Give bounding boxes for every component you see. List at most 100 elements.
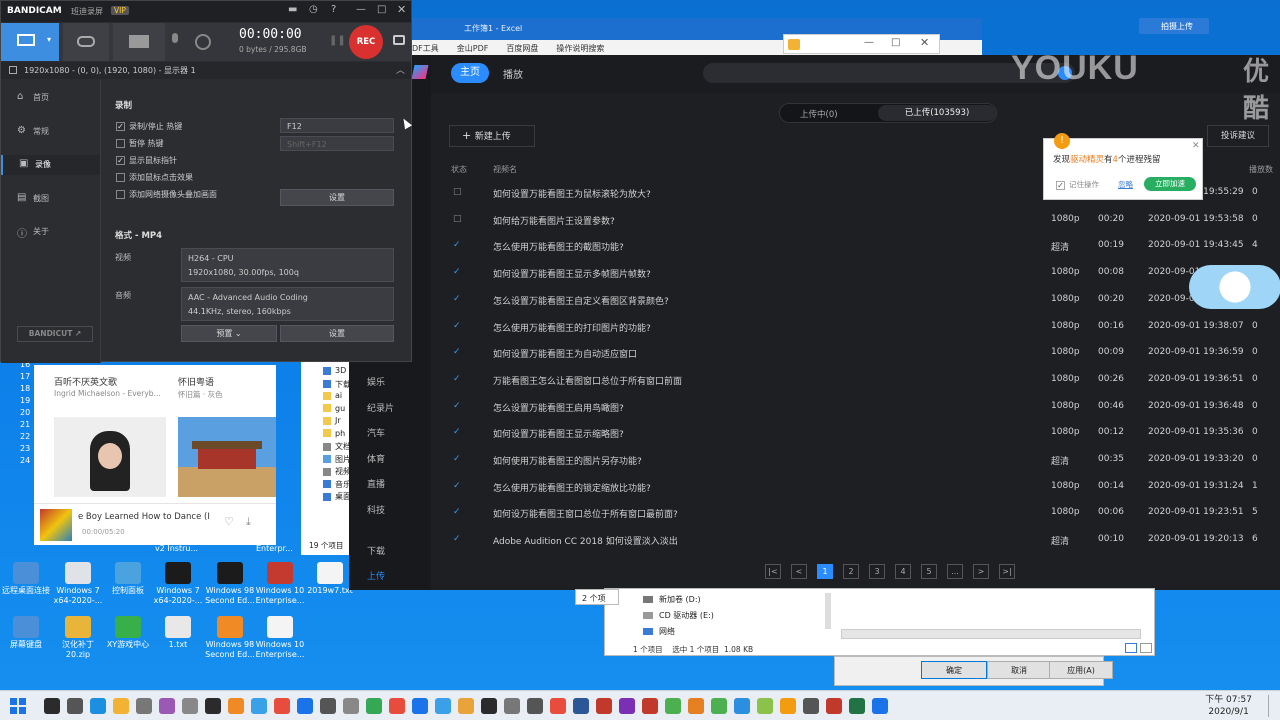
sidebar-item[interactable]: ⓘ 关于	[1, 222, 100, 242]
album-cover-1[interactable]	[54, 417, 166, 497]
explorer-item[interactable]: CD 驱动器 (E:)	[643, 610, 714, 621]
close-icon[interactable]: ✕	[920, 36, 929, 49]
desktop-icon[interactable]: 控制面板	[102, 562, 154, 596]
desktop-icon[interactable]: Windows 7 x64-2020-...	[52, 562, 104, 606]
video-format-box[interactable]: H264 - CPU 1920x1080, 30.00fps, 100q	[181, 248, 394, 282]
taskbar-app-icon[interactable]	[802, 698, 819, 714]
chevron-down-icon[interactable]: ▾	[47, 35, 51, 44]
new-upload-button[interactable]: + 新建上传	[449, 125, 535, 147]
checkbox[interactable]	[116, 139, 125, 148]
file-item[interactable]: 图片	[323, 454, 351, 465]
start-button[interactable]	[10, 698, 26, 714]
taskbar-app-icon[interactable]	[319, 698, 336, 714]
taskbar-app-icon[interactable]	[89, 698, 106, 714]
bandicut-button[interactable]: BANDICUT ↗	[17, 326, 93, 342]
taskbar-app-icon[interactable]	[365, 698, 382, 714]
format-settings-button[interactable]: 设置	[280, 325, 394, 342]
mic-icon[interactable]	[171, 29, 179, 55]
file-item[interactable]: Jr	[323, 416, 341, 425]
ignore-link[interactable]: 忽略	[1118, 179, 1133, 190]
desktop-icon[interactable]: 汉化补丁 20.zip	[52, 616, 104, 660]
taskbar-app-icon[interactable]	[733, 698, 750, 714]
tiles-view-icon[interactable]	[1140, 643, 1152, 653]
excel-menu-item[interactable]: 操作说明搜索	[556, 43, 604, 54]
checkbox[interactable]	[116, 173, 125, 182]
taskbar-app-icon[interactable]	[641, 698, 658, 714]
minimize-icon[interactable]: —	[356, 4, 366, 15]
audio-format-box[interactable]: AAC - Advanced Audio Coding 44.1KHz, ste…	[181, 287, 394, 321]
download-icon[interactable]: ⤓	[246, 515, 251, 529]
taskbar-app-icon[interactable]	[572, 698, 589, 714]
taskbar-app-icon[interactable]	[250, 698, 267, 714]
nav-item[interactable]: 纪录片	[367, 401, 394, 414]
file-item[interactable]: 音乐	[323, 479, 351, 490]
apply-button[interactable]: 应用(A)	[1049, 661, 1113, 679]
file-item[interactable]: 3D	[323, 366, 346, 375]
segment-uploading[interactable]: 上传中(0)	[800, 108, 838, 120]
track-thumb[interactable]	[40, 509, 72, 541]
video-title[interactable]: 万能看图王怎么让看图窗口总位于所有窗口前面	[493, 374, 682, 387]
file-item[interactable]: 桌面	[323, 491, 351, 502]
taskbar-app-icon[interactable]	[871, 698, 888, 714]
upload-badge[interactable]: 拍摄上传	[1139, 18, 1209, 34]
preset-button[interactable]: 预置 ⌄	[181, 325, 277, 342]
checkbox[interactable]: ✓	[116, 156, 125, 165]
taskbar-app-icon[interactable]	[112, 698, 129, 714]
page-button[interactable]: 1	[817, 564, 833, 579]
taskbar-app-icon[interactable]	[549, 698, 566, 714]
taskbar-app-icon[interactable]	[388, 698, 405, 714]
taskbar-app-icon[interactable]	[135, 698, 152, 714]
page-button[interactable]: 3	[869, 564, 885, 579]
table-row[interactable]: ✓ 如何设置万能看图王显示多帧图片帧数? 1080p 00:08 2020-09-01 …	[437, 259, 1277, 286]
sidebar-item[interactable]: ⌂ 首页	[1, 88, 100, 108]
camera-icon[interactable]	[393, 35, 405, 45]
folder-icon[interactable]: ▬	[288, 4, 297, 15]
excel-menu-item[interactable]: 百度网盘	[506, 43, 538, 54]
horizontal-scrollbar[interactable]	[841, 629, 1141, 639]
overlay-settings-button[interactable]: 设置	[280, 189, 394, 206]
taskbar-app-icon[interactable]	[595, 698, 612, 714]
page-button[interactable]: >|	[999, 564, 1015, 579]
video-title[interactable]: 如何给万能看图片王设置参数?	[493, 214, 615, 227]
taskbar-app-icon[interactable]	[710, 698, 727, 714]
nav-item[interactable]: 娱乐	[367, 375, 385, 388]
nav-item[interactable]: 直播	[367, 477, 385, 490]
desktop-icon[interactable]: 屏幕键盘	[0, 616, 52, 650]
video-title[interactable]: 怎么设置万能看图王自定义看图区背景颜色?	[493, 294, 669, 307]
desktop-icon[interactable]: XY游戏中心	[102, 616, 154, 650]
maximize-icon[interactable]: □	[891, 37, 900, 48]
explorer-item[interactable]: 网络	[643, 626, 675, 637]
page-button[interactable]: 2	[843, 564, 859, 579]
hotkey-record-field[interactable]: F12	[280, 118, 394, 133]
maximize-icon[interactable]: □	[377, 4, 386, 15]
taskbar-app-icon[interactable]	[227, 698, 244, 714]
help-icon[interactable]: ?	[331, 4, 336, 15]
table-row[interactable]: ✓ 怎么设置万能看图王自定义看图区背景颜色? 1080p 00:20 2020-09-0…	[437, 286, 1277, 313]
desktop-icon[interactable]: Windows 98 Second Ed...	[204, 616, 256, 660]
popup-close-icon[interactable]: ✕	[1192, 141, 1200, 151]
sidebar-item[interactable]: ▣ 录像	[1, 155, 100, 175]
taskbar-app-icon[interactable]	[457, 698, 474, 714]
taskbar-app-icon[interactable]	[296, 698, 313, 714]
video-title[interactable]: 如何设置万能看图王为鼠标滚轮为放大?	[493, 187, 651, 200]
taskbar-app-icon[interactable]	[434, 698, 451, 714]
taskbar-app-icon[interactable]	[204, 698, 221, 714]
table-row[interactable]: ✓ 如何设置万能看图王显示缩略图? 1080p 00:12 2020-09-01 19:…	[437, 419, 1277, 446]
rec-button[interactable]: REC	[349, 25, 383, 59]
hotkey-pause-field[interactable]: Shift+F12	[280, 136, 394, 151]
table-row[interactable]: ✓ Adobe Audition CC 2018 如何设置淡入淡出 超清 00:10 2…	[437, 526, 1277, 553]
video-title[interactable]: 怎么设置万能看图王启用鸟瞰图?	[493, 401, 624, 414]
taskbar-app-icon[interactable]	[756, 698, 773, 714]
desktop-icon[interactable]: Windows 10 Enterprise...	[254, 616, 306, 660]
file-item[interactable]: ai	[323, 391, 342, 400]
table-row[interactable]: ✓ 万能看图王怎么让看图窗口总位于所有窗口前面 1080p 00:26 2020-09-…	[437, 366, 1277, 393]
desktop-icon[interactable]: Windows 98 Second Ed...	[204, 562, 256, 606]
page-button[interactable]: >	[973, 564, 989, 579]
video-title[interactable]: 如何设置万能看图王为自动适应窗口	[493, 347, 637, 360]
taskbar-app-icon[interactable]	[273, 698, 290, 714]
table-row[interactable]: ✓ 如何使用万能看图王的图片另存功能? 超清 00:35 2020-09-01 19:3…	[437, 446, 1277, 473]
option-row[interactable]: ✓ 显示鼠标指针	[116, 155, 177, 166]
table-row[interactable]: ✓ 怎么使用万能看图王的锁定缩放比功能? 1080p 00:14 2020-09-01 …	[437, 473, 1277, 500]
option-row[interactable]: 添加网络摄像头叠加画面	[116, 189, 217, 200]
video-title[interactable]: 怎么使用万能看图王的截图功能?	[493, 240, 624, 253]
